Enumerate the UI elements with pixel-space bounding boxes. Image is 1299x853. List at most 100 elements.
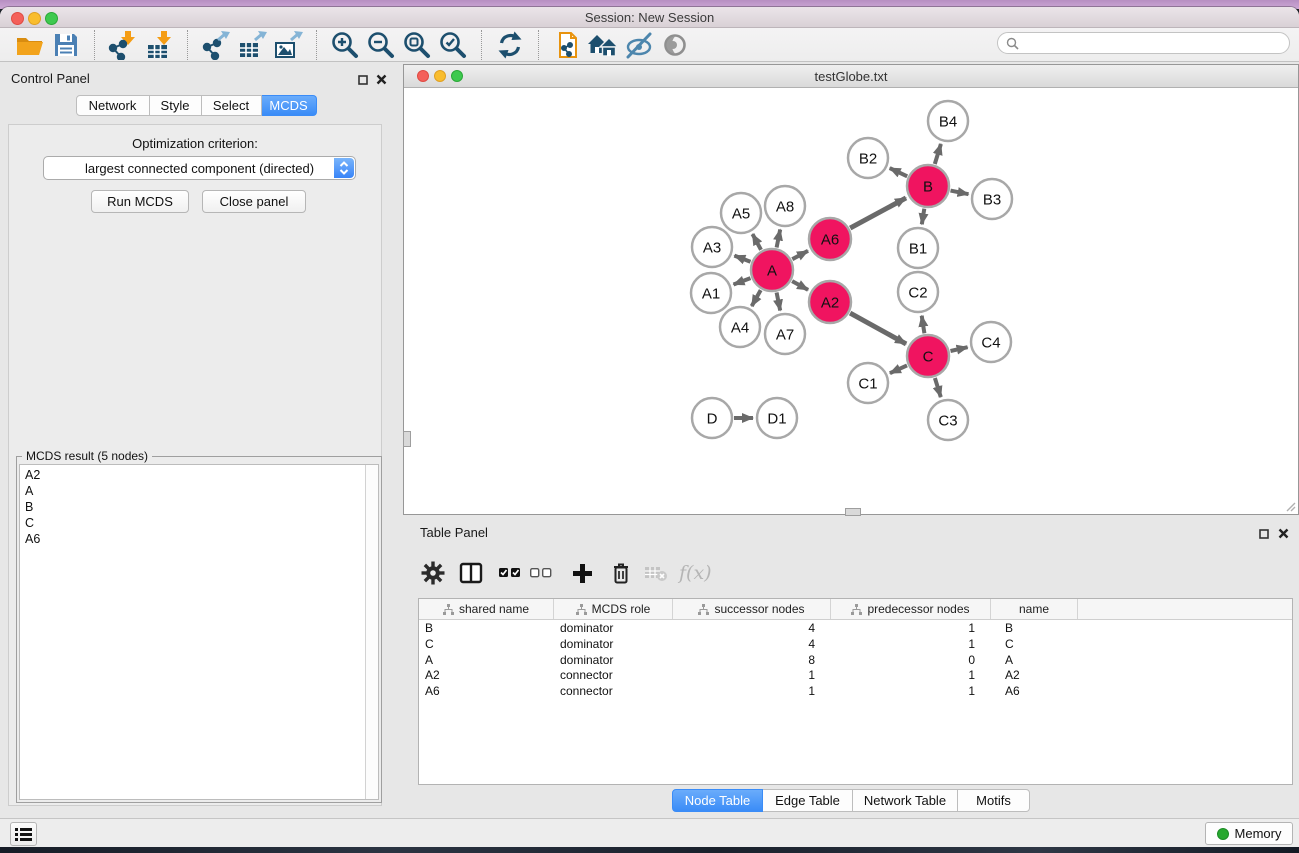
zoom-fit-button[interactable] — [399, 29, 435, 60]
cell-successor-nodes[interactable]: 8 — [673, 652, 831, 668]
save-session-button[interactable] — [48, 29, 84, 60]
cell-successor-nodes[interactable]: 4 — [673, 620, 831, 636]
tab-network[interactable]: Network — [76, 95, 150, 116]
graph-edge-A-A5[interactable] — [753, 234, 762, 250]
search-input[interactable] — [1024, 35, 1289, 51]
resize-grip-icon[interactable] — [1286, 502, 1296, 512]
table-panel-float-button[interactable] — [1257, 527, 1271, 541]
cell-mcds-role[interactable]: connector — [554, 683, 673, 699]
criterion-dropdown[interactable]: largest connected component (directed) — [43, 156, 356, 180]
graph-edge-A-A3[interactable] — [734, 256, 750, 262]
cell-name[interactable]: A6 — [991, 683, 1078, 699]
cell-shared-name[interactable]: A — [419, 652, 554, 668]
graph-edge-C-C3[interactable] — [935, 378, 941, 397]
graph-node-C4[interactable]: C4 — [971, 322, 1011, 362]
select-all-button[interactable] — [499, 564, 521, 582]
table-panel-close-button[interactable] — [1276, 526, 1290, 540]
graph-node-A7[interactable]: A7 — [765, 314, 805, 354]
column-header-mcds-role[interactable]: MCDS role — [554, 599, 673, 619]
cell-mcds-role[interactable]: dominator — [554, 620, 673, 636]
table-row[interactable]: Bdominator41B — [419, 620, 1292, 636]
graph-node-C1[interactable]: C1 — [848, 363, 888, 403]
graph-node-A1[interactable]: A1 — [691, 273, 731, 313]
cell-shared-name[interactable]: B — [419, 620, 554, 636]
home-button[interactable] — [585, 29, 621, 60]
column-header-shared-name[interactable]: shared name — [419, 599, 554, 619]
preview-toggle-button[interactable] — [657, 29, 693, 60]
run-mcds-button[interactable]: Run MCDS — [91, 190, 189, 213]
delete-table-button[interactable] — [644, 563, 668, 583]
graph-node-A4[interactable]: A4 — [720, 307, 760, 347]
function-builder-button[interactable]: f(x) — [679, 562, 712, 584]
graph-node-D[interactable]: D — [692, 398, 732, 438]
show-task-history-button[interactable] — [10, 822, 37, 846]
cell-name[interactable]: C — [991, 636, 1078, 652]
add-row-button[interactable] — [572, 563, 593, 584]
graph-edge-A-A4[interactable] — [752, 290, 761, 306]
tab-network-table[interactable]: Network Table — [853, 789, 958, 812]
cell-predecessor-nodes[interactable]: 1 — [831, 636, 991, 652]
column-header-name[interactable]: name — [991, 599, 1078, 619]
graph-node-D1[interactable]: D1 — [757, 398, 797, 438]
graph-edge-A6-B[interactable] — [850, 198, 906, 228]
graph-node-B3[interactable]: B3 — [972, 179, 1012, 219]
cell-predecessor-nodes[interactable]: 1 — [831, 667, 991, 683]
graph-edge-A-A7[interactable] — [777, 293, 781, 311]
import-table-button[interactable] — [141, 29, 177, 60]
graph-edge-A-A1[interactable] — [734, 278, 751, 284]
memory-button[interactable]: Memory — [1205, 822, 1293, 845]
toggle-graphics-details-button[interactable] — [621, 29, 657, 60]
export-network-button[interactable] — [198, 29, 234, 60]
cell-shared-name[interactable]: A2 — [419, 667, 554, 683]
graph-edge-B-B2[interactable] — [890, 168, 908, 176]
zoom-out-button[interactable] — [363, 29, 399, 60]
table-row[interactable]: A2connector11A2 — [419, 667, 1292, 683]
graph-node-C[interactable]: C — [907, 335, 949, 377]
graph-node-C3[interactable]: C3 — [928, 400, 968, 440]
graph-edge-B-B3[interactable] — [951, 191, 969, 195]
control-panel-float-button[interactable] — [356, 73, 370, 87]
graph-edge-A-A2[interactable] — [792, 281, 808, 290]
tab-mcds[interactable]: MCDS — [262, 95, 317, 116]
cell-successor-nodes[interactable]: 1 — [673, 667, 831, 683]
graph-edge-C-C2[interactable] — [922, 316, 925, 334]
zoom-selected-button[interactable] — [435, 29, 471, 60]
graph-edge-A2-C[interactable] — [850, 313, 906, 344]
delete-row-button[interactable] — [611, 562, 631, 585]
tab-style[interactable]: Style — [150, 95, 202, 116]
split-divider-handle-bottom[interactable] — [845, 508, 861, 516]
cell-successor-nodes[interactable]: 4 — [673, 636, 831, 652]
cell-shared-name[interactable]: A6 — [419, 683, 554, 699]
graph-node-A3[interactable]: A3 — [692, 227, 732, 267]
graph-edge-A-A6[interactable] — [792, 251, 808, 259]
clone-network-button[interactable] — [549, 29, 585, 60]
cell-predecessor-nodes[interactable]: 1 — [831, 620, 991, 636]
graph-node-A8[interactable]: A8 — [765, 186, 805, 226]
graph-node-B2[interactable]: B2 — [848, 138, 888, 178]
split-divider-handle-left[interactable] — [403, 431, 411, 447]
tab-node-table[interactable]: Node Table — [672, 789, 763, 812]
result-item[interactable]: A6 — [20, 532, 378, 548]
cell-predecessor-nodes[interactable]: 1 — [831, 683, 991, 699]
graph-node-B[interactable]: B — [907, 165, 949, 207]
cell-name[interactable]: A2 — [991, 667, 1078, 683]
graph-edge-B-B1[interactable] — [922, 209, 925, 225]
tab-motifs[interactable]: Motifs — [958, 789, 1030, 812]
tab-edge-table[interactable]: Edge Table — [763, 789, 853, 812]
result-scrollbar[interactable] — [365, 465, 378, 799]
graph-node-B4[interactable]: B4 — [928, 101, 968, 141]
column-header-successor-nodes[interactable]: successor nodes — [673, 599, 831, 619]
table-settings-button[interactable] — [421, 561, 445, 585]
graph-node-A[interactable]: A — [751, 249, 793, 291]
cell-mcds-role[interactable]: connector — [554, 667, 673, 683]
graph-node-A5[interactable]: A5 — [721, 193, 761, 233]
graph-edge-C-C1[interactable] — [890, 365, 907, 373]
show-columns-button[interactable] — [459, 562, 483, 584]
deselect-all-button[interactable] — [530, 564, 552, 582]
graph-node-A2[interactable]: A2 — [809, 281, 851, 323]
result-item[interactable]: A2 — [20, 468, 378, 484]
graph-edge-A-A8[interactable] — [777, 230, 781, 248]
column-header-predecessor-nodes[interactable]: predecessor nodes — [831, 599, 991, 619]
cell-predecessor-nodes[interactable]: 0 — [831, 652, 991, 668]
export-image-button[interactable] — [270, 29, 306, 60]
